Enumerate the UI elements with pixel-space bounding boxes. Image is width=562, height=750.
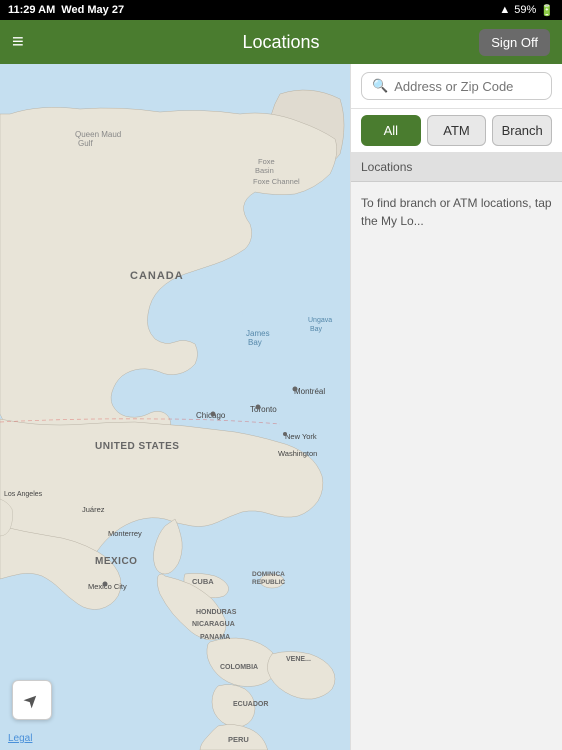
svg-text:Los Angeles: Los Angeles [4, 491, 43, 498]
filter-atm-button[interactable]: ATM [427, 115, 487, 146]
svg-text:Gulf: Gulf [78, 139, 93, 148]
svg-text:VENE...: VENE... [286, 656, 311, 663]
svg-text:HONDURAS: HONDURAS [196, 609, 237, 616]
svg-text:Foxe Channel: Foxe Channel [253, 177, 300, 186]
svg-text:Chicago: Chicago [196, 411, 226, 420]
my-location-button[interactable]: ➤ [12, 680, 52, 720]
info-content: To find branch or ATM locations, tap the… [361, 196, 552, 228]
svg-text:DOMINICA: DOMINICA [252, 571, 285, 578]
svg-text:REPUBLIC: REPUBLIC [252, 579, 286, 586]
legal-link[interactable]: Legal [8, 733, 32, 744]
filter-row: All ATM Branch [351, 109, 562, 153]
time-display: 11:29 AM [8, 4, 55, 16]
svg-text:CANADA: CANADA [130, 270, 184, 282]
info-text: To find branch or ATM locations, tap the… [351, 182, 562, 242]
svg-text:Montréal: Montréal [294, 387, 325, 396]
right-panel: 🔍 All ATM Branch Locations To find branc… [350, 64, 562, 750]
svg-text:Bay: Bay [248, 338, 262, 347]
svg-text:ECUADOR: ECUADOR [233, 701, 268, 708]
search-input-wrapper: 🔍 [361, 72, 552, 100]
date-display: Wed May 27 [61, 4, 124, 16]
svg-text:PERU: PERU [228, 735, 249, 744]
hamburger-menu-button[interactable]: ≡ [12, 32, 24, 52]
search-icon: 🔍 [372, 78, 388, 94]
svg-text:Washington: Washington [278, 449, 317, 458]
filter-branch-button[interactable]: Branch [492, 115, 552, 146]
svg-text:UNITED STATES: UNITED STATES [95, 441, 179, 452]
page-title: Locations [242, 32, 319, 53]
svg-text:Juárez: Juárez [82, 505, 105, 514]
search-input[interactable] [394, 79, 541, 94]
battery-icon: 🔋 [540, 4, 554, 17]
main-container: Queen Maud Gulf Foxe Basin Foxe Channel … [0, 64, 562, 750]
sign-on-button[interactable]: Sign Off [479, 29, 550, 56]
svg-text:Queen Maud: Queen Maud [75, 130, 121, 139]
filter-all-button[interactable]: All [361, 115, 421, 146]
status-left: 11:29 AM Wed May 27 [8, 4, 124, 16]
svg-text:MEXICO: MEXICO [95, 556, 137, 567]
svg-text:COLOMBIA: COLOMBIA [220, 664, 258, 671]
svg-text:NICARAGUA: NICARAGUA [192, 621, 235, 628]
location-arrow-icon: ➤ [19, 687, 45, 713]
battery-display: 59% [514, 4, 536, 16]
svg-text:Ungava: Ungava [308, 317, 332, 324]
svg-text:Basin: Basin [255, 166, 274, 175]
locations-tab-label: Locations [361, 160, 412, 174]
map-svg: Queen Maud Gulf Foxe Basin Foxe Channel … [0, 64, 350, 750]
svg-text:James: James [246, 329, 270, 338]
locations-tab: Locations [351, 153, 562, 182]
wifi-icon: ▲ [499, 4, 510, 16]
svg-text:Monterrey: Monterrey [108, 529, 142, 538]
nav-bar: ≡ Locations Sign Off [0, 20, 562, 64]
status-bar: 11:29 AM Wed May 27 ▲ 59% 🔋 [0, 0, 562, 20]
status-right: ▲ 59% 🔋 [499, 4, 554, 17]
svg-text:Foxe: Foxe [258, 157, 275, 166]
svg-text:Mexico City: Mexico City [88, 582, 127, 591]
svg-text:CUBA: CUBA [192, 577, 214, 586]
svg-text:Toronto: Toronto [250, 405, 277, 414]
svg-text:PANAMA: PANAMA [200, 634, 230, 641]
svg-text:New York: New York [285, 432, 317, 441]
svg-text:Bay: Bay [310, 326, 323, 333]
map-area[interactable]: Queen Maud Gulf Foxe Basin Foxe Channel … [0, 64, 350, 750]
search-bar: 🔍 [351, 64, 562, 109]
